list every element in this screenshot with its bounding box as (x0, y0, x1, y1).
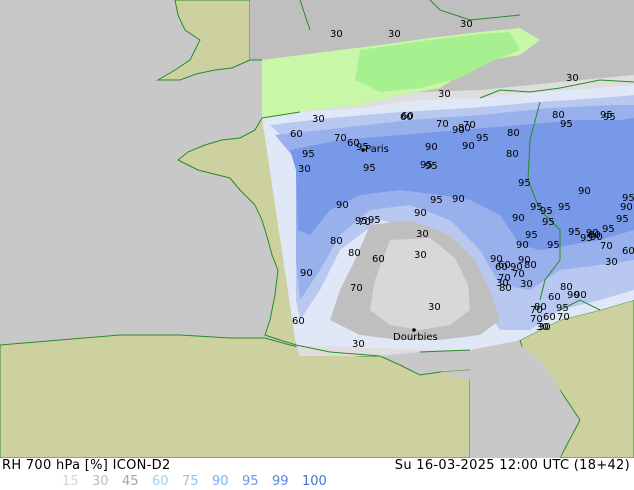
contour-label: 95 (558, 202, 571, 213)
contour-label: 95 (602, 224, 615, 235)
contour-label: 90 (300, 268, 313, 279)
legend-item: 95 (242, 474, 259, 489)
contour-label: 30 (414, 250, 427, 261)
contour-label: 30 (520, 279, 533, 290)
contour-label: 95 (430, 195, 443, 206)
contour-label: 90 (452, 125, 465, 136)
contour-label: 95 (530, 202, 543, 213)
footer: RH 700 hPa [%] ICON-D2 Su 16-03-2025 12:… (0, 458, 634, 490)
contour-label: 30 (460, 19, 473, 30)
contour-label: 95 (476, 133, 489, 144)
legend-item: 90 (212, 474, 229, 489)
contour-label: 30 (330, 29, 343, 40)
contour-label: 70 (350, 283, 363, 294)
contour-label: 70 (530, 314, 543, 325)
contour-label: 90 (620, 202, 633, 213)
contour-label: 95 (518, 178, 531, 189)
contour-label: 60 (401, 111, 414, 122)
legend-item: 30 (92, 474, 109, 489)
contour-label: 95 (547, 240, 560, 251)
map-datetime: Su 16-03-2025 12:00 UTC (18+42) (394, 458, 630, 473)
legend-item: 60 (152, 474, 169, 489)
contour-label: 60 (622, 246, 634, 257)
contour-label: 30 (416, 229, 429, 240)
contour-label: 95 (420, 160, 433, 171)
contour-label: 90 (567, 290, 580, 301)
legend-item: 100 (302, 474, 327, 489)
city-label-dourbies: Dourbies (393, 332, 438, 343)
contour-label: 60 (290, 129, 303, 140)
contour-label: 80 (499, 283, 512, 294)
contour-label: 30 (312, 114, 325, 125)
legend-item: 45 (122, 474, 139, 489)
contour-label: 95 (542, 217, 555, 228)
contour-label: 70 (600, 241, 613, 252)
contour-label: 30 (388, 29, 401, 40)
legend-item: 99 (272, 474, 289, 489)
contour-label: 90 (578, 186, 591, 197)
contour-label: 60 (548, 292, 561, 303)
contour-label: 80 (348, 248, 361, 259)
contour-label: 90 (516, 240, 529, 251)
contour-label: 95 (616, 214, 629, 225)
contour-label: 95 (363, 163, 376, 174)
map-title: RH 700 hPa [%] ICON-D2 (2, 458, 171, 473)
contour-label: 30 (438, 89, 451, 100)
contour-label: 95 (525, 230, 538, 241)
contour-label: 70 (358, 217, 371, 228)
contour-label: 95 (560, 119, 573, 130)
weather-map: 30 303030303060607070 80953060607080 959595… (0, 0, 634, 458)
contour-label: 80 (524, 260, 537, 271)
color-legend: 15 30 45 60 75 90 95 99 100 (62, 474, 332, 490)
legend-item: 75 (182, 474, 199, 489)
legend-item: 15 (62, 474, 79, 489)
contour-label: 80 (588, 230, 601, 241)
contour-label: 90 (414, 208, 427, 219)
contour-label: 30 (605, 257, 618, 268)
contour-label: 80 (506, 149, 519, 160)
contour-label: 30 (352, 339, 365, 350)
contour-label: 70 (557, 312, 570, 323)
contour-label: 90 (425, 142, 438, 153)
contour-label: 70 (334, 133, 347, 144)
contour-label: 90 (462, 141, 475, 152)
contour-label: 30 (298, 164, 311, 175)
contour-label: 60 (292, 316, 305, 327)
city-label-paris: Paris (365, 144, 389, 155)
contour-label: 60 (372, 254, 385, 265)
contour-label: 90 (336, 200, 349, 211)
contour-label: 95 (568, 227, 581, 238)
contour-label: 30 (566, 73, 579, 84)
contour-label: 95 (600, 110, 613, 121)
contour-label: 80 (330, 236, 343, 247)
contour-label: 30 (428, 302, 441, 313)
contour-label: 70 (463, 120, 476, 131)
contour-label: 90 (452, 194, 465, 205)
contour-label: 90 (512, 213, 525, 224)
contour-label: 70 (436, 119, 449, 130)
contour-label: 80 (507, 128, 520, 139)
contour-label: 95 (302, 149, 315, 160)
contour-label: 60 (498, 260, 511, 271)
